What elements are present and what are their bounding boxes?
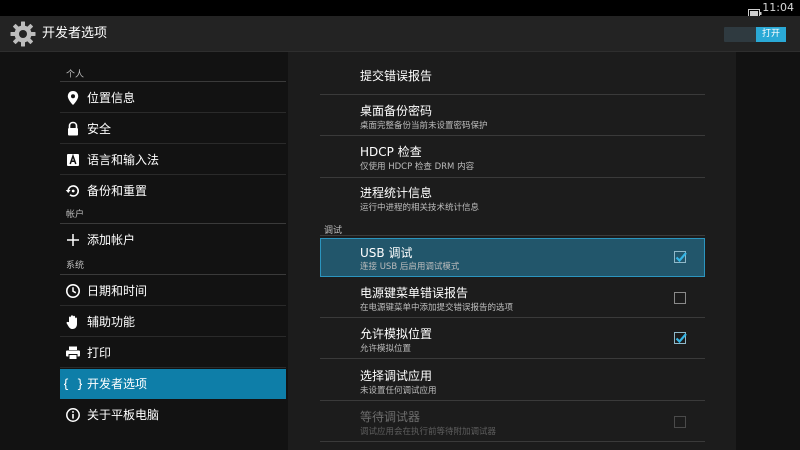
checkmark-icon xyxy=(675,252,687,263)
sidebar-item-accessibility[interactable]: 辅助功能 xyxy=(60,307,286,337)
pref-power-menu-bug-report[interactable]: 电源键菜单错误报告 在电源键菜单中添加提交错误报告的选项 xyxy=(320,278,705,318)
hand-icon xyxy=(64,313,82,331)
pref-process-stats[interactable]: 进程统计信息 运行中进程的相关技术统计信息 xyxy=(320,179,705,219)
pref-title: 提交错误报告 xyxy=(360,69,433,83)
status-bar: 11:04 xyxy=(0,0,800,18)
pref-summary: 运行中进程的相关技术统计信息 xyxy=(360,203,480,213)
developer-options-toggle[interactable]: 打开 xyxy=(724,27,786,42)
lock-icon xyxy=(64,120,82,138)
toggle-on-label: 打开 xyxy=(756,27,786,42)
pref-title: 选择调试应用 xyxy=(360,369,433,383)
sidebar-divider xyxy=(60,223,286,224)
sidebar-item-label: 安全 xyxy=(87,122,112,136)
pref-select-debug-app[interactable]: 选择调试应用 未设置任何调试应用 xyxy=(320,360,705,401)
pref-mock-locations[interactable]: 允许模拟位置 允许模拟位置 xyxy=(320,319,705,359)
keyboard-a-icon xyxy=(64,151,82,169)
sidebar-item-date-time[interactable]: 日期和时间 xyxy=(60,276,286,306)
sidebar-item-about[interactable]: 关于平板电脑 xyxy=(60,400,286,430)
pref-title: 进程统计信息 xyxy=(360,186,433,200)
sidebar-item-label: 关于平板电脑 xyxy=(87,408,160,422)
pref-summary: 在电源键菜单中添加提交错误报告的选项 xyxy=(360,303,514,313)
pref-title: 电源键菜单错误报告 xyxy=(360,286,469,300)
plus-icon xyxy=(64,231,82,249)
pref-title: 桌面备份密码 xyxy=(360,104,433,118)
sidebar-item-print[interactable]: 打印 xyxy=(60,338,286,368)
sidebar-item-developer-options[interactable]: { } 开发者选项 xyxy=(60,369,286,399)
pref-bug-report[interactable]: 提交错误报告 xyxy=(320,52,705,95)
settings-gear-icon[interactable] xyxy=(9,20,37,48)
sidebar-item-language[interactable]: 语言和输入法 xyxy=(60,145,286,175)
sidebar-item-location[interactable]: 位置信息 xyxy=(60,83,286,113)
sidebar-item-security[interactable]: 安全 xyxy=(60,114,286,144)
printer-icon xyxy=(64,344,82,362)
pref-summary: 未设置任何调试应用 xyxy=(360,386,437,396)
pref-hdcp-check[interactable]: HDCP 检查 仅使用 HDCP 检查 DRM 内容 xyxy=(320,137,705,178)
pref-title: USB 调试 xyxy=(360,246,413,260)
pref-summary: 调试应用会在执行前等待附加调试器 xyxy=(360,427,497,437)
page-title: 开发者选项 xyxy=(42,26,108,41)
sidebar-item-label: 开发者选项 xyxy=(87,377,148,391)
pref-title: 等待调试器 xyxy=(360,410,421,424)
sidebar-divider xyxy=(60,81,286,82)
mock-locations-checkbox[interactable] xyxy=(674,332,687,344)
wait-for-debugger-checkbox xyxy=(674,416,686,428)
pref-wait-for-debugger: 等待调试器 调试应用会在执行前等待附加调试器 xyxy=(320,402,705,442)
sidebar-header-personal: 个人 xyxy=(66,70,85,80)
pref-summary: 仅使用 HDCP 检查 DRM 内容 xyxy=(360,162,475,172)
pref-summary: 允许模拟位置 xyxy=(360,344,412,354)
location-pin-icon xyxy=(64,89,82,107)
clock-icon xyxy=(64,282,82,300)
braces-icon: { } xyxy=(64,375,82,393)
backup-restore-icon xyxy=(64,182,82,200)
settings-sidebar: 个人 位置信息 安全 语言和输入法 备份和重置 帐户 添加帐户 系统 日期和时间… xyxy=(60,52,286,450)
sidebar-item-label: 日期和时间 xyxy=(87,284,148,298)
sidebar-divider xyxy=(60,274,286,275)
sidebar-header-system: 系统 xyxy=(66,261,85,271)
pref-usb-debugging[interactable]: USB 调试 连接 USB 后启用调试模式 xyxy=(320,238,705,277)
battery-icon xyxy=(748,3,762,18)
checkmark-icon xyxy=(675,333,687,344)
svg-text:{ }: { } xyxy=(64,377,82,391)
power-menu-bug-report-checkbox[interactable] xyxy=(674,292,686,304)
category-divider xyxy=(320,235,705,236)
pref-summary: 桌面完整备份当前未设置密码保护 xyxy=(360,121,488,131)
pref-desktop-backup-password[interactable]: 桌面备份密码 桌面完整备份当前未设置密码保护 xyxy=(320,96,705,136)
sidebar-item-backup[interactable]: 备份和重置 xyxy=(60,176,286,206)
developer-options-panel: 提交错误报告 桌面备份密码 桌面完整备份当前未设置密码保护 HDCP 检查 仅使… xyxy=(288,52,736,450)
status-time: 11:04 xyxy=(762,1,794,14)
pref-summary: 连接 USB 后启用调试模式 xyxy=(360,262,460,272)
pref-title: 允许模拟位置 xyxy=(360,327,433,341)
sidebar-item-add-account[interactable]: 添加帐户 xyxy=(60,225,286,255)
sidebar-item-label: 打印 xyxy=(87,346,112,360)
sidebar-item-label: 备份和重置 xyxy=(87,184,148,198)
usb-debugging-checkbox[interactable] xyxy=(674,251,687,263)
info-icon xyxy=(64,406,82,424)
pref-title: HDCP 检查 xyxy=(360,145,422,159)
sidebar-item-label: 辅助功能 xyxy=(87,315,136,329)
action-bar: 开发者选项 打开 xyxy=(0,16,800,52)
sidebar-item-label: 位置信息 xyxy=(87,91,136,105)
sidebar-item-label: 添加帐户 xyxy=(87,233,136,247)
sidebar-item-label: 语言和输入法 xyxy=(87,153,160,167)
sidebar-header-accounts: 帐户 xyxy=(66,210,85,220)
